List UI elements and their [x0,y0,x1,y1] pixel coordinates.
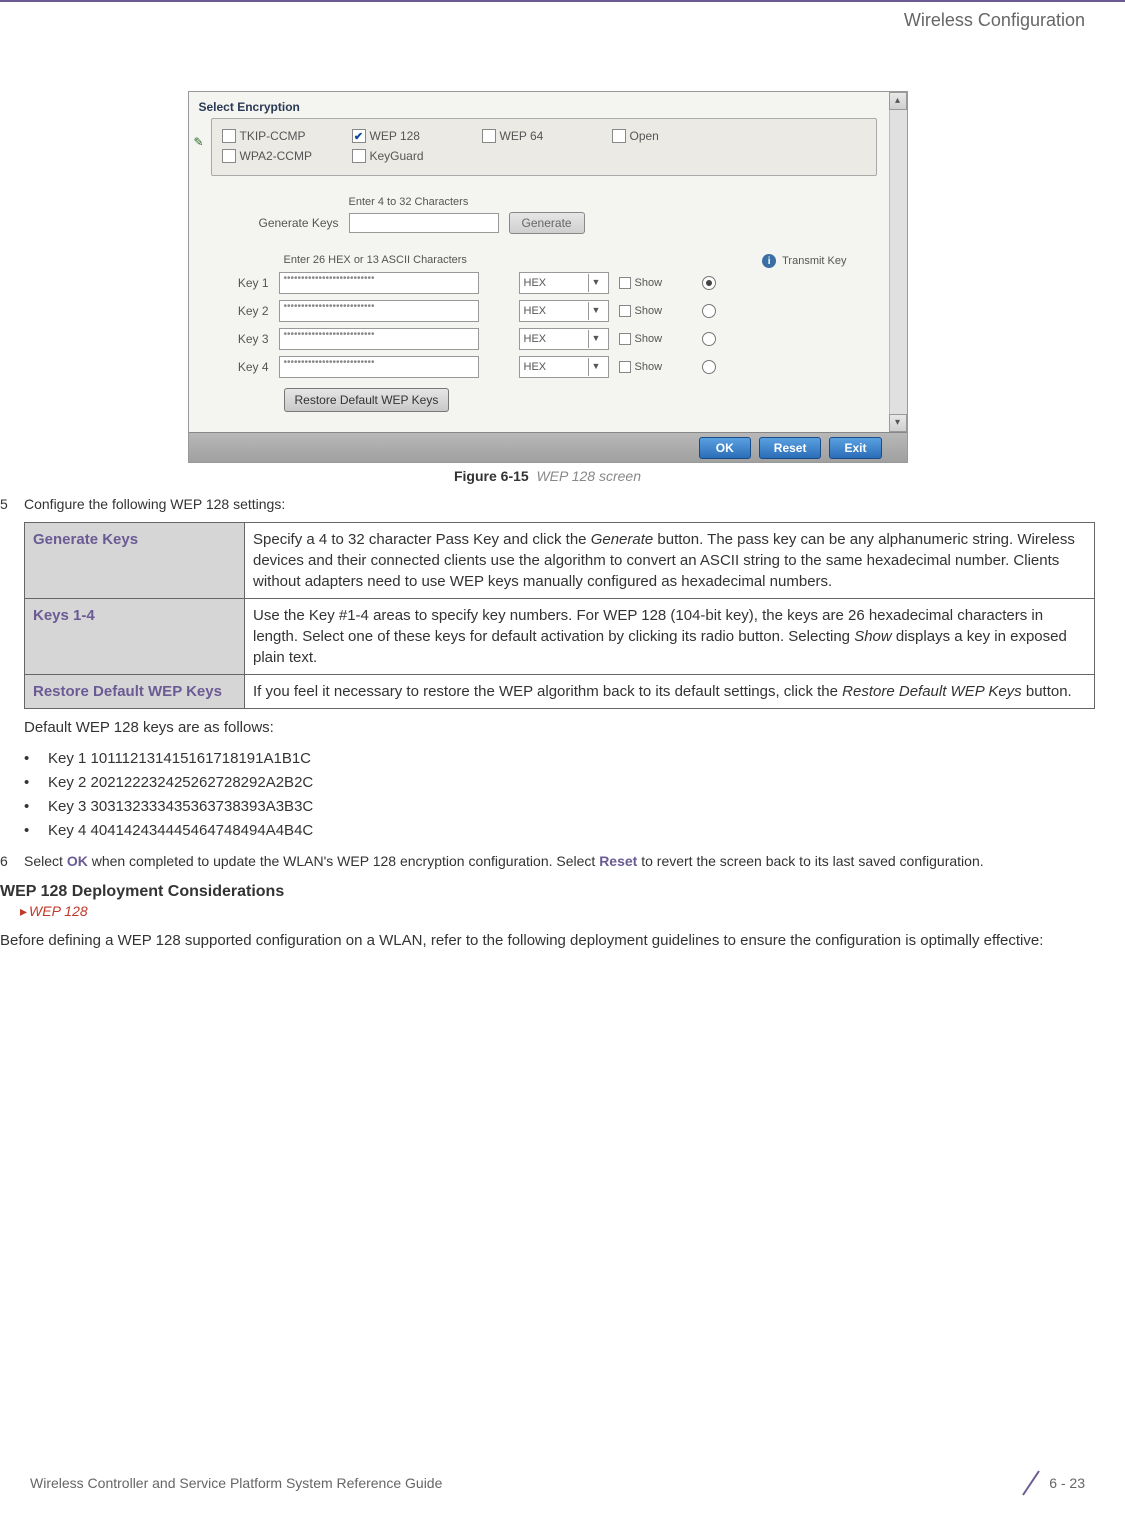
table-row: Keys 1-4 Use the Key #1-4 areas to speci… [25,599,1095,675]
restore-default-button[interactable]: Restore Default WEP Keys [284,388,450,412]
step-6-text: Select OK when completed to update the W… [24,853,984,869]
key3-label: Key 3 [229,332,269,346]
key2-show[interactable]: Show [619,305,663,317]
opt-wep128[interactable]: ✔WEP 128 [352,129,462,143]
page-header-title: Wireless Configuration [0,0,1125,31]
key-row-4: Key 4 •••••••••••••••••••••••••• HEX▼ Sh… [229,356,877,378]
footer-title: Wireless Controller and Service Platform… [30,1475,442,1491]
keys-hint-text: Enter 26 HEX or 13 ASCII Characters [284,254,467,268]
opt-tkip[interactable]: TKIP-CCMP [222,129,332,143]
key3-show[interactable]: Show [619,333,663,345]
list-item: •Key 1 101112131415161718191A1B1C [24,747,1095,771]
opt-keyguard-label: KeyGuard [370,149,424,163]
key3-type-select[interactable]: HEX▼ [519,328,609,350]
list-item: •Key 3 303132333435363738393A3B3C [24,795,1095,819]
opt-tkip-label: TKIP-CCMP [240,129,306,143]
page-number: 6 - 23 [1049,1475,1085,1491]
key4-transmit-radio[interactable] [702,360,716,374]
chevron-down-icon: ▼ [588,274,604,292]
select-encryption-label: Select Encryption [189,92,907,118]
figure-caption-text: WEP 128 screen [536,468,641,484]
key2-type-select[interactable]: HEX▼ [519,300,609,322]
list-item: •Key 4 404142434445464748494A4B4C [24,819,1095,843]
key2-transmit-radio[interactable] [702,304,716,318]
row3-label: Restore Default WEP Keys [25,675,245,709]
gen-hint: Enter 4 to 32 Characters [349,196,877,208]
key-row-3: Key 3 •••••••••••••••••••••••••• HEX▼ Sh… [229,328,877,350]
step-5: 5 Configure the following WEP 128 settin… [0,496,1095,512]
key1-transmit-radio[interactable] [702,276,716,290]
ok-button[interactable]: OK [699,437,751,459]
key-row-2: Key 2 •••••••••••••••••••••••••• HEX▼ Sh… [229,300,877,322]
key1-show[interactable]: Show [619,277,663,289]
opt-wpa2-label: WPA2-CCMP [240,149,312,163]
scroll-up-icon[interactable]: ▴ [889,92,907,110]
figure-label: Figure 6-15 [454,468,529,484]
key4-show[interactable]: Show [619,361,663,373]
key1-label: Key 1 [229,276,269,290]
key1-input[interactable]: •••••••••••••••••••••••••• [279,272,479,294]
row1-label: Generate Keys [25,523,245,599]
key2-label: Key 2 [229,304,269,318]
opt-keyguard[interactable]: KeyGuard [352,149,462,163]
scrollbar-track[interactable] [889,110,907,414]
exit-button[interactable]: Exit [829,437,881,459]
key-row-1: Key 1 •••••••••••••••••••••••••• HEX▼ Sh… [229,272,877,294]
step-5-text: Configure the following WEP 128 settings… [24,496,285,512]
transmit-key-label: Transmit Key [782,255,846,267]
edit-icon: ✎ [194,135,204,149]
key2-input[interactable]: •••••••••••••••••••••••••• [279,300,479,322]
opt-open[interactable]: Open [612,129,722,143]
opt-wep64[interactable]: WEP 64 [482,129,592,143]
key4-input[interactable]: •••••••••••••••••••••••••• [279,356,479,378]
chevron-down-icon: ▼ [588,358,604,376]
opt-wpa2[interactable]: WPA2-CCMP [222,149,332,163]
defaults-intro: Default WEP 128 keys are as follows: [24,717,1095,739]
step-6: 6 Select OK when completed to update the… [0,853,1095,869]
encryption-options-box: ✎ TKIP-CCMP ✔WEP 128 WEP 64 Open WPA2-CC… [211,118,877,176]
key1-type-select[interactable]: HEX▼ [519,272,609,294]
dialog-footer: OK Reset Exit [189,432,907,462]
row3-desc: If you feel it necessary to restore the … [245,675,1095,709]
deployment-heading: WEP 128 Deployment Considerations [0,883,1095,901]
default-keys-list: •Key 1 101112131415161718191A1B1C •Key 2… [24,747,1095,843]
chevron-down-icon: ▼ [588,302,604,320]
info-icon: i [762,254,776,268]
opt-wep64-label: WEP 64 [500,129,544,143]
step-6-num: 6 [0,853,24,869]
breadcrumb: WEP 128 [20,903,1095,920]
list-item: •Key 2 202122232425262728292A2B2C [24,771,1095,795]
key4-type-select[interactable]: HEX▼ [519,356,609,378]
key4-label: Key 4 [229,360,269,374]
row1-desc: Specify a 4 to 32 character Pass Key and… [245,523,1095,599]
row2-label: Keys 1-4 [25,599,245,675]
figure-caption: Figure 6-15 WEP 128 screen [0,468,1095,484]
table-row: Generate Keys Specify a 4 to 32 characte… [25,523,1095,599]
opt-open-label: Open [630,129,659,143]
page-footer: Wireless Controller and Service Platform… [30,1469,1085,1497]
wep-settings-table: Generate Keys Specify a 4 to 32 characte… [24,522,1095,709]
row2-desc: Use the Key #1-4 areas to specify key nu… [245,599,1095,675]
table-row: Restore Default WEP Keys If you feel it … [25,675,1095,709]
reset-button[interactable]: Reset [759,437,822,459]
key3-transmit-radio[interactable] [702,332,716,346]
gen-keys-input[interactable] [349,213,499,233]
key3-input[interactable]: •••••••••••••••••••••••••• [279,328,479,350]
chevron-down-icon: ▼ [588,330,604,348]
generate-button[interactable]: Generate [509,212,585,234]
scroll-down-icon[interactable]: ▾ [889,414,907,432]
page-divider-icon [1019,1469,1043,1497]
opt-wep128-label: WEP 128 [370,129,420,143]
gen-keys-label: Generate Keys [259,216,339,230]
step-5-num: 5 [0,496,24,512]
deployment-intro: Before defining a WEP 128 supported conf… [0,930,1095,952]
wep128-screenshot: ▴ ▾ Select Encryption ✎ TKIP-CCMP ✔WEP 1… [188,91,908,463]
